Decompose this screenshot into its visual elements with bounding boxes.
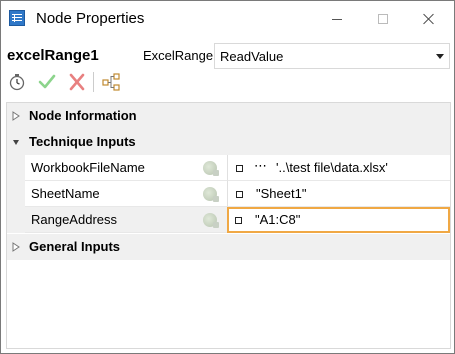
property-value: '..\test file\data.xlsx' bbox=[276, 160, 388, 175]
state-icon bbox=[203, 187, 219, 202]
checkbox-icon[interactable] bbox=[235, 217, 242, 224]
property-row-rangeaddress[interactable]: RangeAddress "A1:C8" bbox=[7, 207, 450, 233]
property-value-cell[interactable]: "Sheet1" bbox=[227, 181, 450, 207]
node-name: excelRange1 bbox=[7, 47, 99, 64]
property-value[interactable]: "A1:C8" bbox=[255, 212, 300, 227]
chevron-down-icon bbox=[13, 140, 19, 145]
property-name: SheetName bbox=[31, 186, 100, 201]
row-gutter bbox=[7, 207, 25, 233]
category-technique-inputs[interactable]: Technique Inputs bbox=[7, 129, 450, 155]
title-bar[interactable]: Node Properties bbox=[1, 1, 454, 37]
property-value: "Sheet1" bbox=[256, 186, 307, 201]
category-node-information[interactable]: Node Information bbox=[7, 103, 450, 129]
property-row-sheetname[interactable]: SheetName "Sheet1" bbox=[7, 181, 450, 207]
maximize-icon bbox=[378, 14, 388, 24]
chevron-right-icon bbox=[12, 242, 20, 252]
node-type-label: ExcelRange bbox=[143, 48, 213, 63]
state-icon bbox=[203, 161, 219, 176]
timer-icon[interactable] bbox=[7, 72, 27, 92]
tree-icon[interactable] bbox=[101, 72, 121, 92]
row-gutter bbox=[7, 155, 25, 181]
property-value-cell[interactable]: ⋯ '..\test file\data.xlsx' bbox=[227, 155, 450, 181]
method-select-value: ReadValue bbox=[220, 49, 284, 64]
node-properties-icon bbox=[9, 10, 25, 26]
minimize-button[interactable] bbox=[314, 1, 360, 37]
close-icon bbox=[423, 13, 435, 25]
checkbox-icon[interactable] bbox=[236, 165, 243, 172]
category-label: Node Information bbox=[29, 108, 137, 123]
state-icon bbox=[203, 213, 219, 228]
property-name: WorkbookFileName bbox=[31, 160, 145, 175]
node-properties-window: Node Properties excelRange1 ExcelRange R… bbox=[0, 0, 455, 354]
toolbar bbox=[7, 70, 127, 94]
property-value-editor[interactable]: "A1:C8" bbox=[227, 207, 450, 233]
category-general-inputs[interactable]: General Inputs bbox=[7, 234, 450, 260]
maximize-button[interactable] bbox=[360, 1, 406, 37]
toolbar-separator bbox=[93, 72, 94, 92]
method-select[interactable]: ReadValue bbox=[214, 43, 450, 69]
chevron-down-icon bbox=[436, 54, 444, 59]
category-label: General Inputs bbox=[29, 239, 121, 254]
category-label: Technique Inputs bbox=[29, 134, 136, 149]
window-title: Node Properties bbox=[36, 10, 145, 27]
property-name-cell[interactable]: RangeAddress bbox=[25, 207, 227, 233]
ellipsis-button[interactable]: ⋯ bbox=[254, 158, 267, 174]
minimize-icon bbox=[332, 18, 342, 20]
close-button[interactable] bbox=[406, 1, 452, 37]
property-name-cell[interactable]: SheetName bbox=[25, 181, 227, 207]
property-name-cell[interactable]: WorkbookFileName bbox=[25, 155, 227, 181]
property-row-workbookfilename[interactable]: WorkbookFileName ⋯ '..\test file\data.xl… bbox=[7, 155, 450, 181]
row-gutter bbox=[7, 181, 25, 207]
chevron-right-icon bbox=[12, 111, 20, 121]
checkbox-icon[interactable] bbox=[236, 191, 243, 198]
check-icon[interactable] bbox=[37, 72, 57, 92]
property-name: RangeAddress bbox=[31, 212, 117, 227]
x-icon[interactable] bbox=[67, 72, 87, 92]
property-grid: Node Information Technique Inputs Workbo… bbox=[6, 102, 451, 349]
